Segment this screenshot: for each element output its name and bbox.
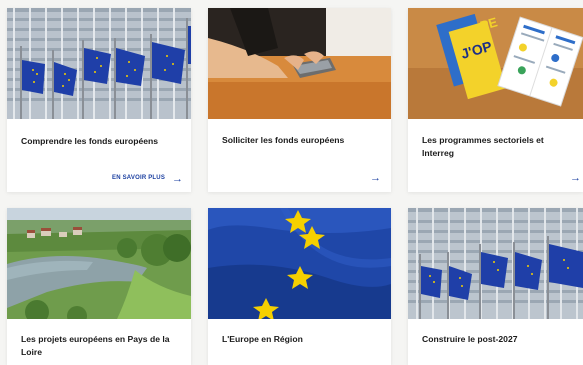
card-title: L'Europe en Région (222, 334, 303, 344)
card-title: Construire le post-2027 (422, 334, 518, 344)
card-projets-pays-de-la-loire[interactable]: Les projets européens en Pays de la Loir… (7, 208, 191, 365)
card-europe-en-region[interactable]: L'Europe en Région (208, 208, 391, 365)
en-savoir-plus-link[interactable]: EN SAVOIR PLUS (112, 175, 165, 181)
arrow-right-icon[interactable]: → (570, 173, 581, 184)
arrow-right-icon[interactable]: → (370, 173, 381, 184)
card-image-eu-flags-building (408, 208, 583, 319)
card-solliciter-fonds[interactable]: Solliciter les fonds européens → (208, 8, 391, 192)
card-post-2027[interactable]: Construire le post-2027 (408, 208, 583, 365)
card-image-booklets: J'OP PE (408, 8, 583, 119)
card-title: Les programmes sectoriels et Interreg (422, 135, 544, 158)
card-image-tablet-hands (208, 8, 391, 119)
card-title: Solliciter les fonds européens (222, 135, 345, 145)
arrow-right-icon[interactable]: → (172, 174, 183, 185)
card-programmes-sectoriels[interactable]: J'OP PE Les programmes sectoriels et Int… (408, 8, 583, 192)
card-image-eu-flags (7, 8, 191, 119)
card-image-eu-flag-closeup (208, 208, 391, 319)
card-title: Les projets européens en Pays de la Loir… (21, 334, 170, 357)
card-title: Comprendre les fonds européens (21, 136, 159, 146)
card-image-river-village (7, 208, 191, 319)
card-comprendre-fonds[interactable]: Comprendre les fonds européens EN SAVOIR… (7, 8, 191, 192)
